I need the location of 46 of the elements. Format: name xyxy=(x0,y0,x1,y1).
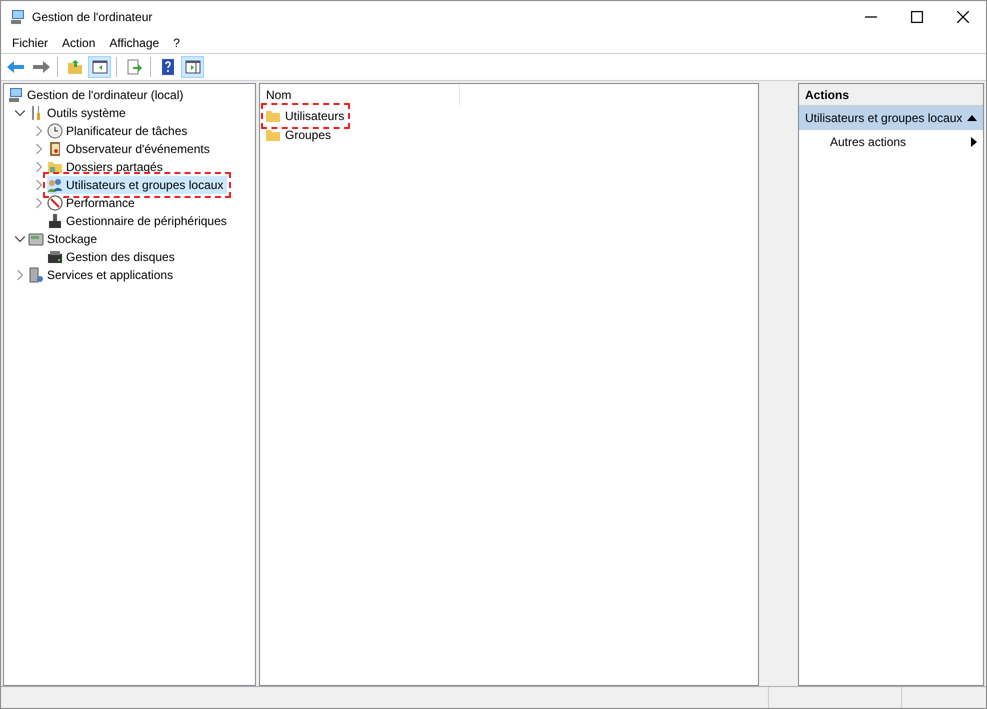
tree-item[interactable]: Planificateur de tâches xyxy=(47,122,192,140)
column-header[interactable]: Nom xyxy=(260,85,460,105)
tree-item[interactable]: Outils système xyxy=(28,104,130,122)
maximize-icon xyxy=(911,11,923,23)
back-arrow-icon xyxy=(6,59,26,75)
list-item[interactable]: Utilisateurs xyxy=(265,106,346,124)
users-icon xyxy=(47,177,63,193)
toolbar-button[interactable] xyxy=(181,56,204,78)
tree-item[interactable]: Gestionnaire de périphériques xyxy=(47,212,231,230)
menu-item[interactable]: Action xyxy=(55,34,102,52)
folder-up-icon xyxy=(66,59,82,75)
tree-item[interactable]: Dossiers partagés xyxy=(47,158,167,176)
disk-drive-icon xyxy=(47,249,63,265)
tree-item[interactable]: Performance xyxy=(47,194,139,212)
menu-item[interactable]: Fichier xyxy=(5,34,56,52)
actions-header: Actions xyxy=(799,84,983,106)
toolbar-button[interactable] xyxy=(88,56,111,78)
action-pane-icon xyxy=(184,59,200,75)
close-icon xyxy=(957,11,969,23)
submenu-arrow-icon xyxy=(971,137,977,147)
help-icon xyxy=(160,59,176,75)
action-item[interactable]: Autres actions xyxy=(799,130,983,154)
menu-item[interactable]: Affichage xyxy=(102,34,166,52)
list-item[interactable]: Groupes xyxy=(265,126,334,144)
log-book-icon xyxy=(47,141,63,157)
tree-item[interactable]: Utilisateurs et groupes locaux xyxy=(47,176,228,194)
menu-item[interactable]: ? xyxy=(166,34,187,52)
tree-item[interactable]: Stockage xyxy=(28,230,102,248)
computer-icon xyxy=(8,87,24,103)
tree-item[interactable]: Gestion des disques xyxy=(47,248,179,266)
window-title: Gestion de l'ordinateur xyxy=(32,9,152,26)
gauge-icon xyxy=(47,195,63,211)
actions-section-header[interactable]: Utilisateurs et groupes locaux xyxy=(799,106,983,130)
clock-icon xyxy=(47,123,63,139)
computer-icon xyxy=(10,9,26,25)
tree-item[interactable]: Gestion de l'ordinateur (local) xyxy=(8,86,188,104)
folder-icon xyxy=(47,159,63,175)
server-gear-icon xyxy=(28,267,44,283)
tree-item[interactable]: Services et applications xyxy=(28,266,178,284)
storage-icon xyxy=(28,231,44,247)
console-tree-icon xyxy=(92,59,108,75)
tree-item[interactable]: Observateur d'événements xyxy=(47,140,214,158)
device-icon xyxy=(47,213,63,229)
export-list-icon xyxy=(126,59,142,75)
collapse-triangle-icon[interactable] xyxy=(967,114,977,122)
forward-arrow-icon xyxy=(30,59,50,75)
